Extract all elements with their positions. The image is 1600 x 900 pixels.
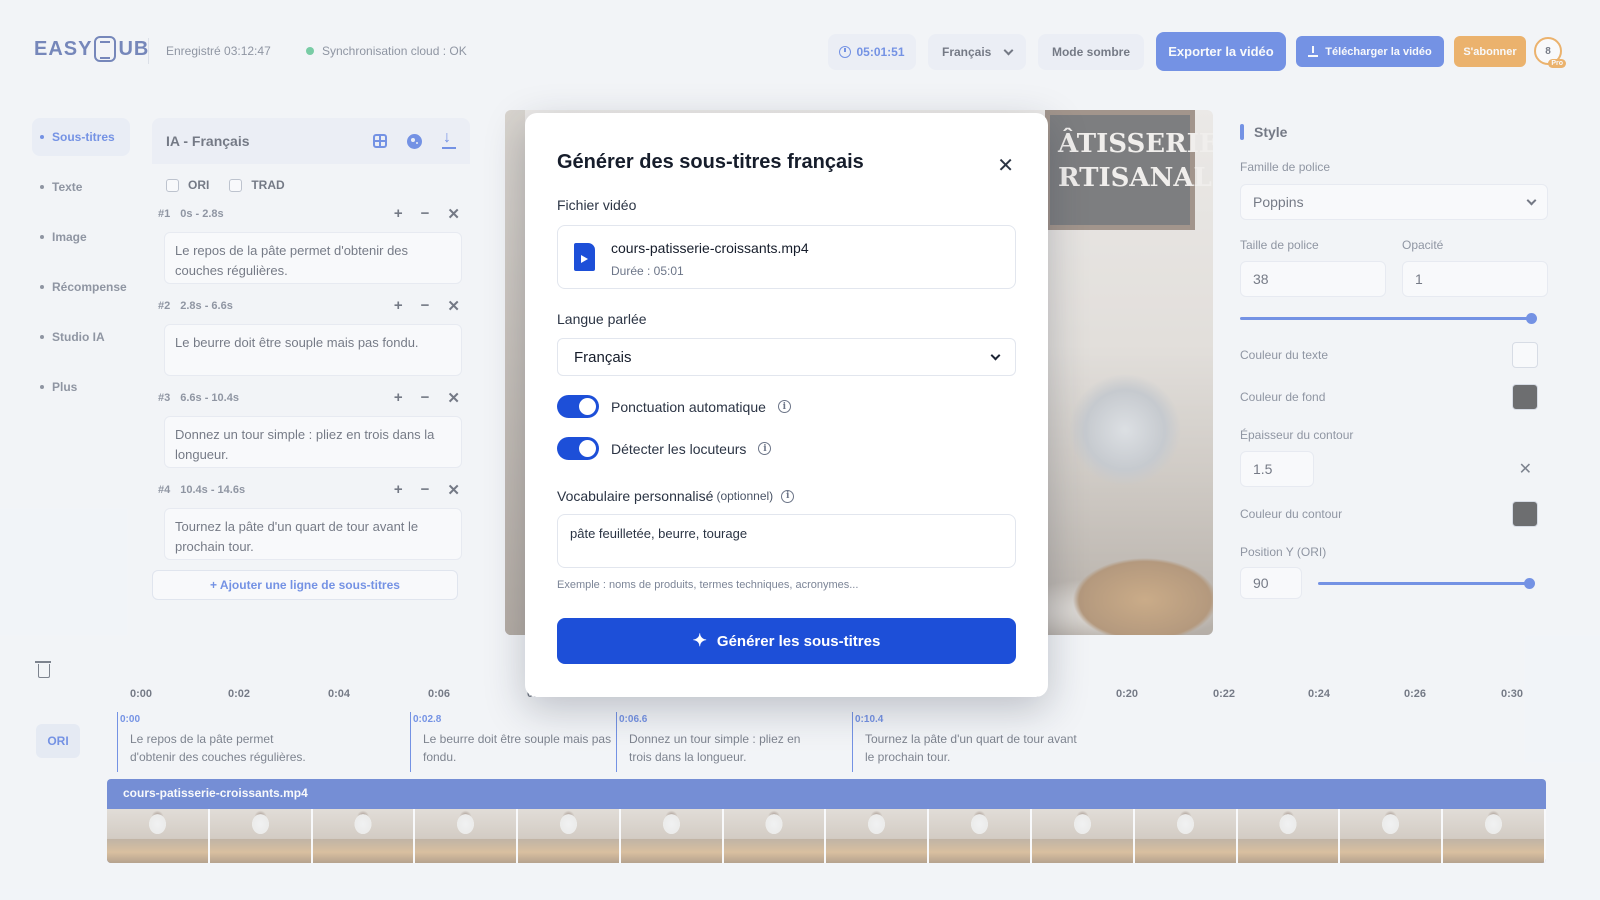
auto-punctuation-row: Ponctuation automatique i — [557, 395, 791, 418]
spoken-language-label: Langue parlée — [557, 311, 647, 327]
sparkle-icon: ✦ — [692, 631, 707, 650]
custom-vocabulary-hint: Exemple : noms de produits, termes techn… — [557, 579, 859, 591]
video-file-icon — [574, 243, 595, 271]
info-icon[interactable]: i — [758, 442, 772, 455]
video-file-name: cours-patisserie-croissants.mp4 — [611, 240, 809, 256]
generate-subtitles-dialog: Générer des sous-titres français ✕ Fichi… — [525, 113, 1048, 697]
info-icon[interactable]: i — [781, 489, 795, 503]
video-file-duration: Durée : 05:01 — [611, 264, 684, 278]
close-icon[interactable]: ✕ — [997, 153, 1014, 178]
spoken-language-select[interactable]: Français — [557, 338, 1016, 376]
detect-speakers-label: Détecter les locuteurs — [611, 440, 747, 457]
spoken-language-value: Français — [574, 348, 632, 366]
custom-vocabulary-input[interactable]: pâte feuilletée, beurre, tourage — [557, 514, 1016, 568]
detect-speakers-row: Détecter les locuteurs i — [557, 437, 772, 460]
generate-subtitles-button[interactable]: ✦ Générer les sous-titres — [557, 618, 1016, 664]
dialog-title: Générer des sous-titres français — [557, 151, 864, 173]
custom-vocabulary-label-row: Vocabulaire personnalisé (optionnel) i — [557, 488, 795, 504]
generate-subtitles-label: Générer les sous-titres — [716, 632, 881, 650]
chevron-down-icon — [990, 350, 1001, 360]
custom-vocabulary-label: Vocabulaire personnalisé — [557, 488, 714, 504]
auto-punctuation-label: Ponctuation automatique — [611, 398, 766, 415]
info-icon[interactable]: i — [777, 400, 791, 413]
video-file-label: Fichier vidéo — [557, 197, 637, 213]
video-file-card: cours-patisserie-croissants.mp4 Durée : … — [557, 225, 1016, 289]
auto-punctuation-toggle[interactable] — [557, 395, 599, 418]
custom-vocabulary-optional: (optionnel) — [716, 489, 774, 503]
detect-speakers-toggle[interactable] — [557, 437, 599, 460]
